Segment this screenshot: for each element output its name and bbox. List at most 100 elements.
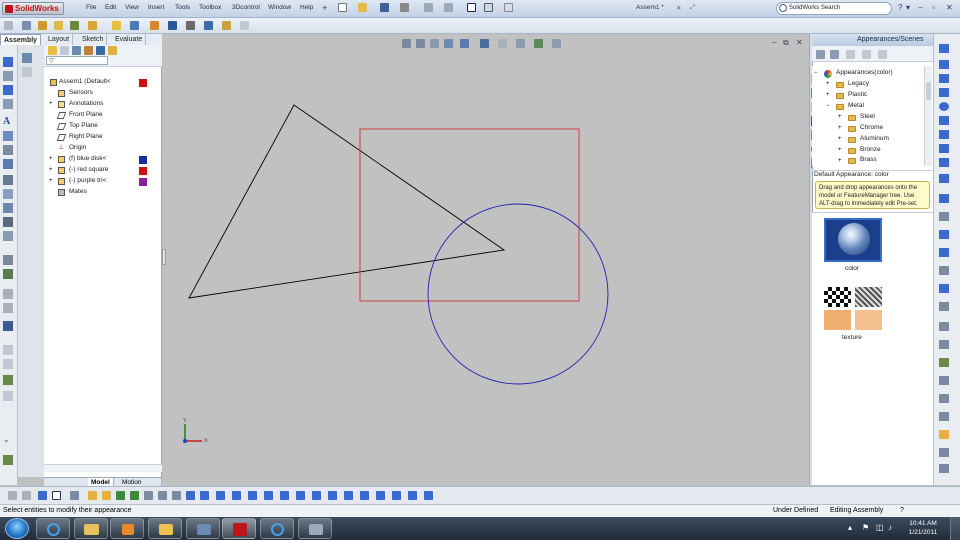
make-block-icon[interactable] bbox=[3, 359, 13, 369]
collapse-appearances-icon[interactable]: − bbox=[814, 70, 818, 76]
linear-sketch-pattern-icon[interactable] bbox=[939, 340, 949, 349]
merge-icon[interactable] bbox=[312, 491, 321, 500]
floating-icon[interactable] bbox=[102, 491, 111, 500]
rebuild-icon[interactable] bbox=[484, 3, 493, 12]
exploded-view-icon[interactable] bbox=[186, 21, 195, 30]
taskbar-program-icon[interactable] bbox=[298, 518, 332, 539]
display-manager-icon[interactable] bbox=[96, 46, 105, 55]
assembly-features-icon[interactable] bbox=[112, 21, 121, 30]
spline-icon[interactable] bbox=[939, 144, 949, 153]
tree-item-top-plane[interactable]: Top Plane bbox=[69, 122, 98, 129]
appearance-folder-legacy[interactable]: Legacy bbox=[848, 80, 869, 87]
menu-file[interactable]: File bbox=[86, 4, 96, 11]
windows-start-button[interactable] bbox=[5, 518, 29, 539]
pin-icon[interactable]: ✈ bbox=[322, 4, 327, 12]
doc-tab-pin-icon[interactable]: ⤢ bbox=[690, 4, 695, 12]
coincident-icon[interactable] bbox=[116, 491, 125, 500]
filter-faces-icon[interactable] bbox=[38, 491, 47, 500]
spline-icon[interactable] bbox=[3, 145, 13, 155]
assembly-color-swatch[interactable] bbox=[139, 79, 147, 87]
circle-icon[interactable] bbox=[939, 102, 949, 111]
tree-item-origin[interactable]: Origin bbox=[69, 144, 86, 151]
refresh-icon[interactable] bbox=[862, 50, 871, 59]
equal-icon[interactable] bbox=[248, 491, 257, 500]
configuration-manager-icon[interactable] bbox=[72, 46, 81, 55]
tray-flag-icon[interactable]: ▴ bbox=[848, 523, 852, 532]
toolbar-option-icon[interactable] bbox=[3, 455, 13, 465]
forward-icon[interactable] bbox=[830, 50, 839, 59]
mate-icon[interactable] bbox=[22, 21, 31, 30]
concentric-icon[interactable] bbox=[172, 491, 181, 500]
menu-view[interactable]: View bbox=[125, 4, 139, 11]
texture-thumbnail[interactable] bbox=[824, 287, 882, 331]
appearance-folder-chrome[interactable]: Chrome bbox=[860, 124, 883, 131]
trim-entities-icon[interactable] bbox=[939, 266, 949, 275]
help-dropdown-icon[interactable]: ▾ bbox=[906, 3, 910, 12]
arc-icon[interactable] bbox=[3, 131, 13, 141]
tree-item-annotations[interactable]: Annotations bbox=[69, 100, 103, 107]
purple-tri-swatch[interactable] bbox=[139, 178, 147, 186]
restore-button[interactable]: ▫ bbox=[932, 3, 935, 12]
plane-sketch-icon[interactable] bbox=[939, 194, 949, 203]
tab-layout[interactable]: Layout bbox=[45, 34, 74, 45]
menu-toolbox[interactable]: Toolbox bbox=[199, 4, 221, 11]
new-motion-study-icon[interactable] bbox=[150, 21, 159, 30]
blue-disk[interactable] bbox=[427, 203, 609, 385]
menu-3dcontrol[interactable]: 3Dcontrol bbox=[232, 4, 260, 11]
show-desktop-button[interactable] bbox=[950, 517, 960, 540]
parallel-icon[interactable] bbox=[130, 491, 139, 500]
expand-annotations-icon[interactable]: + bbox=[49, 101, 53, 107]
angle-icon[interactable] bbox=[200, 491, 209, 500]
line-icon[interactable] bbox=[939, 60, 949, 69]
smart-dimension-icon[interactable] bbox=[939, 44, 949, 53]
red-square-swatch[interactable] bbox=[139, 167, 147, 175]
tab-assembly[interactable]: Assembly bbox=[0, 34, 42, 45]
selection-tool-icon[interactable] bbox=[70, 491, 79, 500]
point-icon[interactable] bbox=[939, 230, 949, 239]
select-pointer-icon[interactable] bbox=[52, 491, 61, 500]
smart-fasteners-icon[interactable] bbox=[54, 21, 63, 30]
collapse-icon[interactable] bbox=[22, 67, 32, 77]
expand-purple-tri-icon[interactable]: + bbox=[49, 178, 53, 184]
bill-of-materials-icon[interactable] bbox=[168, 21, 177, 30]
copy-entities-icon[interactable] bbox=[939, 412, 949, 421]
taskbar-media-icon[interactable] bbox=[110, 518, 144, 539]
doc-tab-close-icon[interactable]: ✕ bbox=[676, 4, 681, 12]
expand-steel-icon[interactable]: + bbox=[838, 114, 842, 120]
grid-icon[interactable] bbox=[3, 303, 13, 313]
slot-icon[interactable] bbox=[939, 88, 949, 97]
tab-evaluate[interactable]: Evaluate bbox=[112, 34, 147, 45]
close-button[interactable]: ✕ bbox=[946, 3, 953, 12]
tree-item-purple-tri[interactable]: (-) purple tri< bbox=[69, 177, 106, 184]
convert-icon[interactable] bbox=[3, 231, 13, 241]
layout-icon[interactable] bbox=[3, 321, 13, 331]
filter-vertices-icon[interactable] bbox=[8, 491, 17, 500]
pierce-icon[interactable] bbox=[328, 491, 337, 500]
red-square[interactable] bbox=[359, 128, 580, 302]
taskbar-solidworks-icon[interactable] bbox=[222, 518, 256, 539]
midpoint-icon[interactable] bbox=[280, 491, 289, 500]
distance-icon[interactable] bbox=[186, 491, 195, 500]
rectangle-icon[interactable] bbox=[939, 74, 949, 83]
purple-triangle[interactable] bbox=[188, 104, 506, 299]
arc-icon[interactable] bbox=[939, 116, 949, 125]
pane-options-icon[interactable] bbox=[878, 50, 887, 59]
appearance-icon[interactable] bbox=[108, 46, 117, 55]
intersection-icon[interactable] bbox=[392, 491, 401, 500]
expand-plastic-icon[interactable]: + bbox=[826, 92, 830, 98]
offset-icon[interactable] bbox=[3, 217, 13, 227]
perpendicular-icon[interactable] bbox=[144, 491, 153, 500]
options-icon[interactable] bbox=[504, 3, 513, 12]
collapse-metal-icon[interactable]: − bbox=[826, 103, 830, 109]
tree-filter-input[interactable]: ▽ bbox=[46, 56, 108, 65]
move-entities-icon[interactable] bbox=[939, 358, 949, 367]
select-icon[interactable] bbox=[467, 3, 476, 12]
extend-icon[interactable] bbox=[939, 284, 949, 293]
display-relations-icon[interactable] bbox=[939, 430, 949, 439]
tree-item-assembly[interactable]: Assem1 (Default< bbox=[59, 78, 111, 85]
filter-edges-icon[interactable] bbox=[22, 491, 31, 500]
taskbar-explorer-icon[interactable] bbox=[74, 518, 108, 539]
fix-icon[interactable] bbox=[344, 491, 353, 500]
collinear-icon[interactable] bbox=[296, 491, 305, 500]
rectangle-icon[interactable] bbox=[3, 85, 13, 95]
